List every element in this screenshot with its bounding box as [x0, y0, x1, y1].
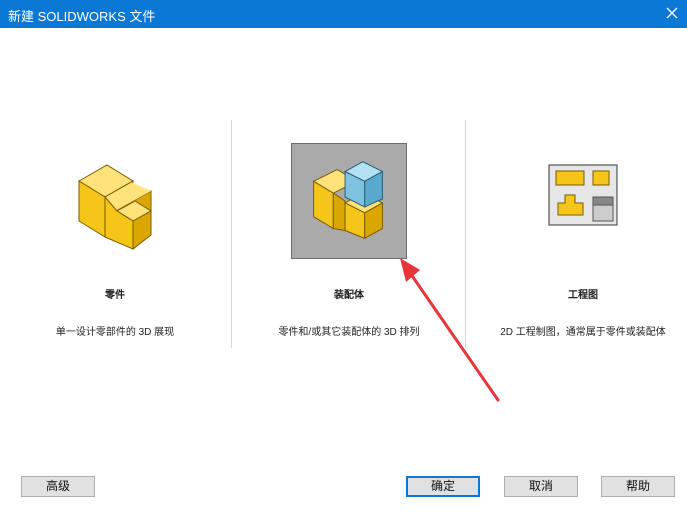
part-icon[interactable] — [57, 143, 173, 259]
title-bar: 新建 SOLIDWORKS 文件 — [0, 0, 687, 28]
option-label: 零件 — [105, 290, 125, 301]
advanced-button[interactable]: 高级 — [21, 476, 95, 497]
option-description: 单一设计零部件的 3D 展现 — [55, 327, 175, 338]
assembly-icon[interactable] — [291, 143, 407, 259]
drawing-icon[interactable] — [525, 143, 641, 259]
divider — [231, 120, 232, 348]
divider — [465, 120, 466, 348]
close-icon[interactable] — [661, 2, 683, 24]
ok-button[interactable]: 确定 — [406, 476, 480, 497]
help-button[interactable]: 帮助 — [601, 476, 675, 497]
option-description: 零件和/或其它装配体的 3D 排列 — [278, 327, 420, 338]
option-label: 装配体 — [334, 290, 364, 301]
option-label: 工程图 — [568, 290, 598, 301]
cancel-button[interactable]: 取消 — [504, 476, 578, 497]
window-title: 新建 SOLIDWORKS 文件 — [8, 9, 156, 24]
option-description: 2D 工程制图，通常属于零件或装配体 — [500, 327, 666, 338]
